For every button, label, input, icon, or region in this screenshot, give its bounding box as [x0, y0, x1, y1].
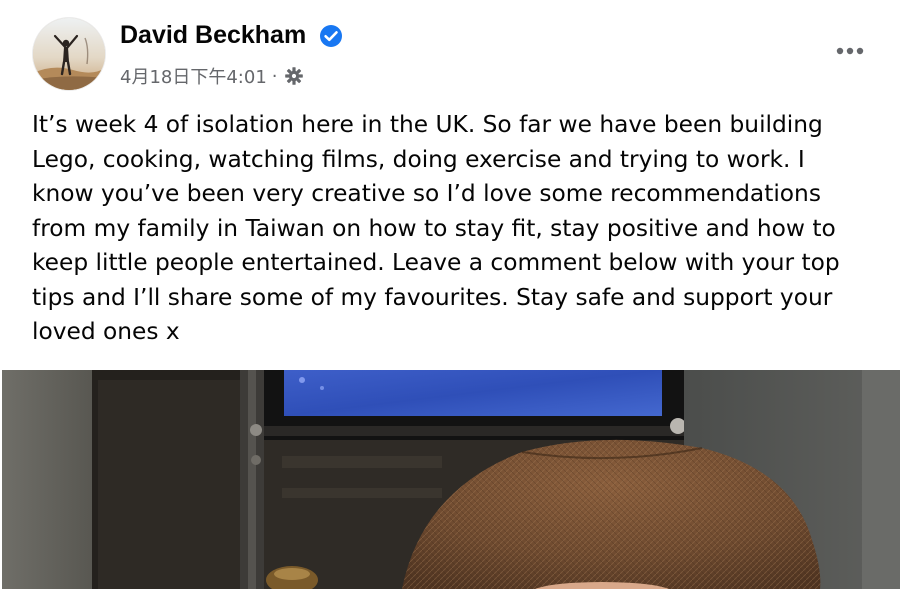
- more-options-icon[interactable]: [830, 36, 870, 66]
- facebook-post: David Beckham 4月18日下午4:01 · It’s week 4 …: [0, 0, 900, 589]
- gear-icon[interactable]: [284, 66, 304, 86]
- post-text-line: loved ones x: [32, 318, 180, 345]
- post-text-line: tips and I’ll share some of my favourite…: [32, 283, 833, 311]
- post-text-line: It’s week 4 of isolation here in the UK.…: [32, 111, 823, 138]
- post-text-line: know you’ve been very creative so I’d lo…: [32, 180, 821, 207]
- verified-badge-icon: [320, 25, 342, 47]
- post-photo-image: [2, 370, 900, 589]
- post-text-line: Lego, cooking, watching films, doing exe…: [32, 145, 805, 173]
- post-text-line: from my family in Taiwan on how to stay …: [32, 214, 836, 242]
- author-avatar[interactable]: [33, 18, 105, 90]
- post-timestamp[interactable]: 4月18日下午4:01: [120, 63, 267, 89]
- post-photo[interactable]: [2, 370, 900, 589]
- author-name[interactable]: David Beckham: [120, 20, 306, 50]
- post-meta: 4月18日下午4:01 ·: [120, 63, 304, 89]
- avatar-image: [33, 18, 105, 90]
- post-text: It’s week 4 of isolation here in the UK.…: [32, 108, 882, 350]
- meta-separator: ·: [271, 65, 278, 87]
- post-text-line: keep little people entertained. Leave a …: [32, 249, 840, 276]
